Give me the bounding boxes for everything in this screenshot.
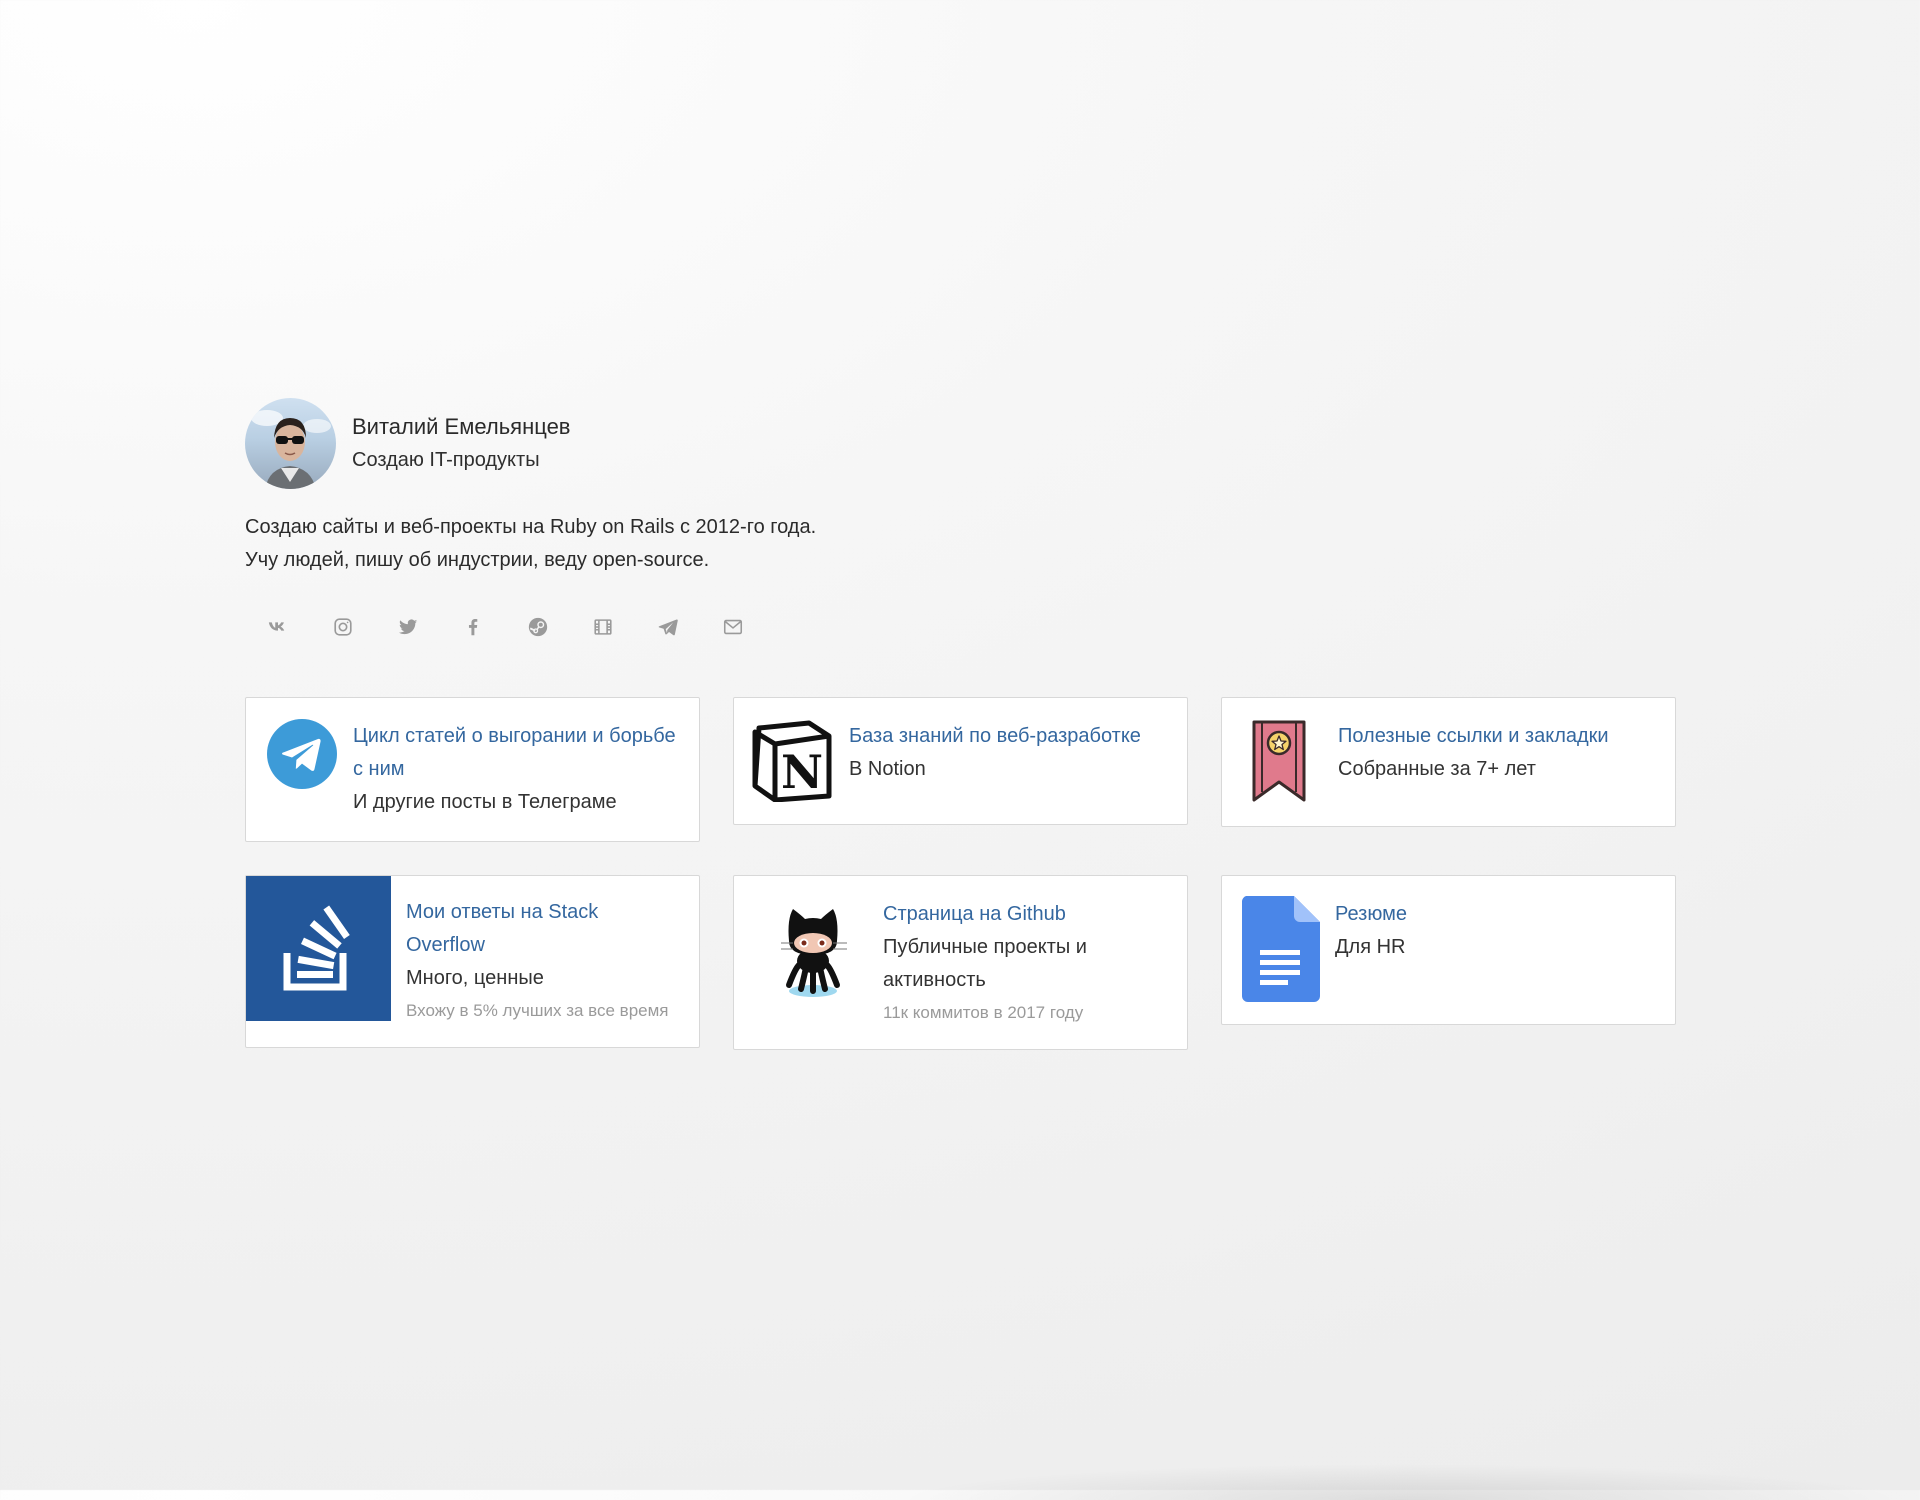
card-github[interactable]: Страница на Github Публичные проекты и а… xyxy=(733,875,1188,1050)
profile-bio: Создаю сайты и веб-проекты на Ruby on Ra… xyxy=(245,511,1675,577)
card-notion-knowledge-base[interactable]: N База знаний по веб-разработке В Notion xyxy=(733,697,1188,825)
profile-header: Виталий Емельянцев Создаю IT-продукты xyxy=(245,397,1675,489)
social-link-mail[interactable] xyxy=(700,607,765,647)
stackoverflow-logo-icon xyxy=(246,876,391,1021)
avatar xyxy=(245,397,336,489)
card-subtitle: Для HR xyxy=(1335,936,1406,958)
bookmark-ribbon-icon xyxy=(1248,718,1310,804)
card-text: Страница на Github Публичные проекты и а… xyxy=(883,896,1167,1027)
card-resume[interactable]: Резюме Для HR xyxy=(1221,875,1676,1025)
steam-icon xyxy=(528,617,547,637)
github-octocat-icon xyxy=(758,896,868,1006)
card-subtitle: Много, ценные xyxy=(406,967,544,989)
card-subtitle: Публичные проекты и активность xyxy=(883,936,1087,991)
card-note: Вхожу в 5% лучших за все время xyxy=(406,1001,669,1020)
link-cards: Цикл статей о выгорании и борьбе с ним И… xyxy=(245,697,1676,1050)
film-icon xyxy=(593,619,612,635)
profile-page: Виталий Емельянцев Создаю IT-продукты Со… xyxy=(245,397,1676,1050)
telegram-logo-icon xyxy=(266,718,338,790)
card-telegram-articles[interactable]: Цикл статей о выгорании и борьбе с ним И… xyxy=(245,697,700,842)
card-bookmarks[interactable]: Полезные ссылки и закладки Собранные за … xyxy=(1221,697,1676,827)
card-text: Резюме Для HR xyxy=(1335,896,1407,964)
card-title: Страница на Github xyxy=(883,903,1066,925)
instagram-icon xyxy=(333,618,352,636)
social-link-steam[interactable] xyxy=(505,607,570,647)
profile-name: Виталий Емельянцев xyxy=(352,414,571,439)
card-title: Цикл статей о выгорании и борьбе с ним xyxy=(353,725,676,780)
social-link-telegram[interactable] xyxy=(635,607,700,647)
card-title: База знаний по веб-разработке xyxy=(849,725,1141,747)
social-link-instagram[interactable] xyxy=(310,607,375,647)
vk-icon xyxy=(268,622,284,631)
card-subtitle: И другие посты в Телеграме xyxy=(353,791,617,813)
telegram-icon xyxy=(658,619,678,636)
card-stackoverflow[interactable]: Мои ответы на Stack Overflow Много, ценн… xyxy=(245,875,700,1048)
social-link-facebook[interactable] xyxy=(440,607,505,647)
twitter-icon xyxy=(398,619,417,635)
social-links xyxy=(245,607,1675,647)
svg-text:N: N xyxy=(781,745,823,799)
google-docs-icon xyxy=(1242,896,1320,1002)
card-text: Полезные ссылки и закладки Собранные за … xyxy=(1338,718,1609,786)
card-subtitle: Собранные за 7+ лет xyxy=(1338,758,1536,780)
bio-line: Учу людей, пишу об индустрии, веду open-… xyxy=(245,549,710,571)
card-subtitle: В Notion xyxy=(849,758,926,780)
profile-tagline: Создаю IT-продукты xyxy=(352,449,540,471)
card-title: Полезные ссылки и закладки xyxy=(1338,725,1609,747)
bio-line: Создаю сайты и веб-проекты на Ruby on Ra… xyxy=(245,516,817,538)
facebook-icon xyxy=(468,619,477,636)
card-note: 11к коммитов в 2017 году xyxy=(883,1003,1084,1022)
social-link-film[interactable] xyxy=(570,607,635,647)
name-block: Виталий Емельянцев Создаю IT-продукты xyxy=(352,411,571,475)
social-link-twitter[interactable] xyxy=(375,607,440,647)
card-text: База знаний по веб-разработке В Notion xyxy=(849,718,1141,786)
page-bottom-shadow xyxy=(900,1440,1900,1500)
notion-logo-icon: N xyxy=(750,718,834,802)
card-text: Мои ответы на Stack Overflow Много, ценн… xyxy=(406,876,679,1025)
mail-icon xyxy=(723,619,742,635)
card-title: Резюме xyxy=(1335,903,1407,925)
card-title: Мои ответы на Stack Overflow xyxy=(406,901,599,956)
card-text: Цикл статей о выгорании и борьбе с ним И… xyxy=(353,718,679,819)
social-link-vk[interactable] xyxy=(245,607,310,647)
